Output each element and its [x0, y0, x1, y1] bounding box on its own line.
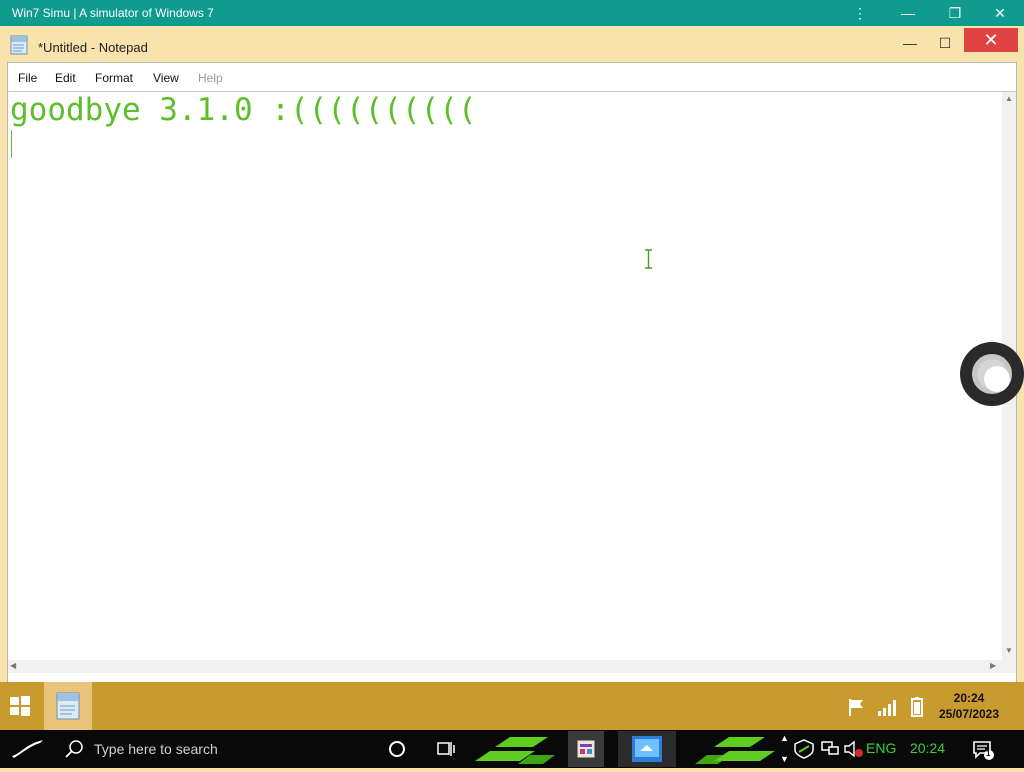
clock-date: 25/07/2023 — [938, 707, 1000, 721]
host-clock[interactable]: 20:24 — [910, 740, 945, 756]
notepad-close-button[interactable]: ✕ — [964, 28, 1018, 52]
win7-taskbar: 20:24 25/07/2023 — [0, 682, 1024, 730]
volume-muted-icon[interactable] — [843, 739, 865, 759]
windows-start-icon[interactable] — [8, 694, 32, 718]
notepad-icon — [10, 35, 28, 55]
clock-time: 20:24 — [953, 691, 985, 705]
host-taskbar: Type here to search ▲ ▼ ENG 20:24 1 — [0, 730, 1024, 768]
taskbar-app-button[interactable] — [568, 731, 604, 767]
notepad-client: File Edit Format View Help goodbye 3.1.0… — [7, 62, 1017, 702]
menu-view[interactable]: View — [153, 71, 179, 85]
notepad-task-icon — [56, 692, 80, 720]
text-editor[interactable]: goodbye 3.1.0 :(((((((((( — [8, 92, 1002, 660]
language-indicator[interactable]: ENG — [866, 740, 896, 756]
action-center-flag-icon[interactable] — [846, 696, 868, 718]
scroll-up-icon[interactable]: ▲ — [1005, 94, 1013, 103]
editor-content: goodbye 3.1.0 :(((((((((( — [10, 92, 477, 128]
scroll-corner — [1002, 660, 1016, 673]
scroll-down-icon[interactable]: ▼ — [1005, 646, 1013, 655]
calendar-app-icon — [577, 740, 595, 758]
defender-shield-icon[interactable] — [793, 738, 815, 760]
scroll-up-tray-icon[interactable]: ▲ — [780, 733, 789, 743]
host-title-bar: Win7 Simu | A simulator of Windows 7 ⋮ —… — [0, 0, 1024, 26]
menu-bar: File Edit Format View Help — [8, 63, 1016, 92]
kebab-menu-icon[interactable]: ⋮ — [846, 2, 874, 24]
decorative-stripes-left-icon — [475, 737, 555, 764]
search-input[interactable]: Type here to search — [94, 741, 218, 757]
floating-button-ring — [972, 354, 1012, 394]
notepad-maximize-icon[interactable]: ☐ — [931, 34, 959, 54]
menu-file[interactable]: File — [18, 71, 37, 85]
taskbar-notepad-button[interactable] — [44, 682, 92, 730]
cortana-icon[interactable] — [387, 739, 407, 759]
horizontal-scrollbar[interactable]: ◀ ▶ — [8, 660, 1002, 673]
search-icon[interactable] — [64, 739, 84, 759]
decorative-stripes-right-icon — [695, 737, 775, 764]
menu-format[interactable]: Format — [95, 71, 133, 85]
notepad-minimize-icon[interactable]: — — [896, 34, 924, 54]
network-signal-icon[interactable] — [876, 696, 898, 718]
notepad-window: *Untitled - Notepad — ☐ ✕ File Edit Form… — [0, 26, 1024, 702]
window-title: *Untitled - Notepad — [38, 40, 148, 55]
notepad-titlebar: *Untitled - Notepad — ☐ ✕ — [0, 26, 1024, 62]
taskbar-clock[interactable]: 20:24 25/07/2023 — [934, 690, 1004, 722]
start-swoosh-icon[interactable] — [10, 736, 46, 760]
floating-assistive-button[interactable] — [960, 342, 1024, 406]
scroll-down-tray-icon[interactable]: ▼ — [780, 754, 789, 764]
text-caret — [11, 130, 12, 158]
ibeam-cursor-icon — [645, 249, 652, 269]
close-icon[interactable]: ✕ — [986, 2, 1014, 24]
restore-icon[interactable]: ❐ — [941, 2, 969, 24]
task-view-icon[interactable] — [436, 739, 456, 759]
notification-center-icon[interactable] — [971, 738, 995, 762]
host-title: Win7 Simu | A simulator of Windows 7 — [12, 6, 214, 20]
windows7-app-icon — [632, 736, 662, 762]
scroll-right-icon[interactable]: ▶ — [990, 661, 996, 670]
scroll-left-icon[interactable]: ◀ — [10, 661, 16, 670]
menu-help[interactable]: Help — [198, 71, 223, 85]
taskbar-win7simu-button[interactable] — [618, 731, 676, 767]
minimize-icon[interactable]: — — [894, 2, 922, 24]
floating-button-core — [984, 366, 1010, 392]
menu-edit[interactable]: Edit — [55, 71, 76, 85]
battery-icon[interactable] — [906, 696, 928, 718]
notification-count: 1 — [986, 749, 991, 758]
network-icon[interactable] — [819, 739, 841, 759]
